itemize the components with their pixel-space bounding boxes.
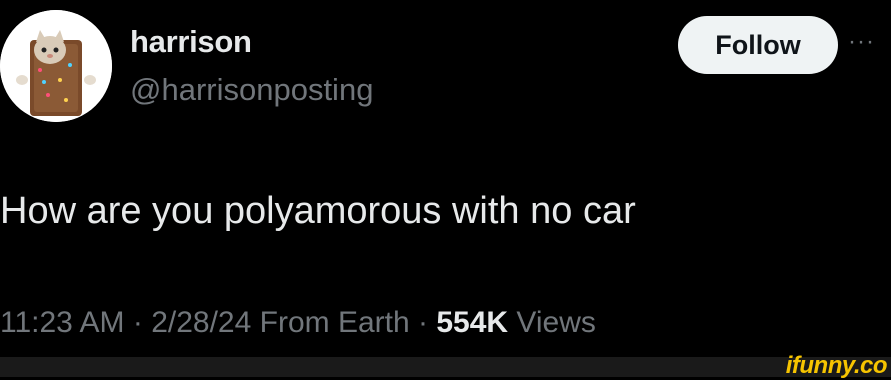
ifunny-watermark: ifunny.co: [785, 352, 888, 379]
author-display-name[interactable]: harrison: [130, 24, 252, 60]
views-label: Views: [508, 306, 596, 339]
meta-separator: ·: [409, 306, 437, 339]
author-avatar[interactable]: [0, 10, 112, 122]
watermark-bar: [0, 357, 891, 377]
tweet-time[interactable]: 11:23 AM: [0, 306, 125, 339]
author-handle[interactable]: @harrisonposting: [130, 72, 373, 108]
cat-avatar-icon: [0, 10, 112, 122]
follow-button[interactable]: Follow: [678, 16, 838, 74]
tweet-source: From Earth: [251, 306, 410, 339]
views-count[interactable]: 554K: [436, 306, 508, 339]
tweet-meta: 11:23 AM · 2/28/24 From Earth · 554K Vie…: [0, 306, 596, 340]
tweet-card: harrison @harrisonposting Follow ··· How…: [0, 0, 891, 357]
meta-separator: ·: [124, 306, 152, 339]
tweet-date[interactable]: 2/28/24: [151, 306, 251, 339]
more-horizontal-icon[interactable]: ···: [848, 28, 891, 58]
tweet-text: How are you polyamorous with no car: [0, 190, 636, 232]
